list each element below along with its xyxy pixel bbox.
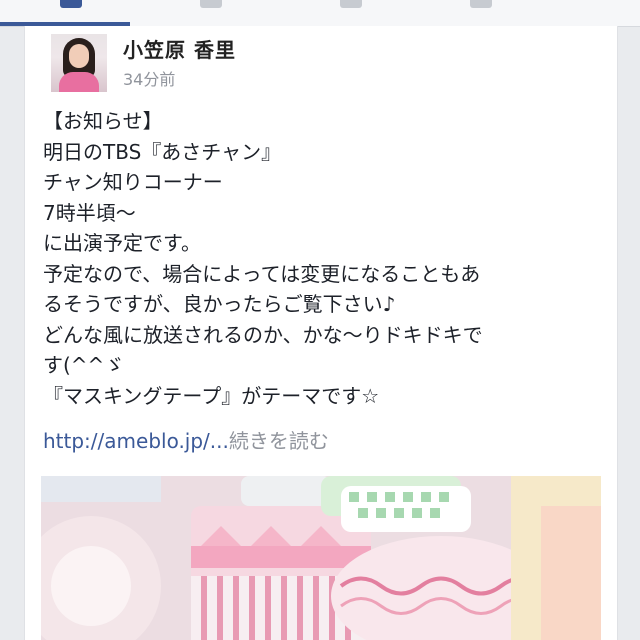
post-line: どんな風に放送されるのか、かな〜りドキドキで xyxy=(43,322,483,347)
post-line: 予定なので、場合によっては変更になることもあ xyxy=(43,261,481,286)
notifications-icon[interactable] xyxy=(470,0,492,8)
post-text: 【お知らせ】 明日のTBS『あさチャン』 チャン知りコーナー 7時半頃〜 に出演… xyxy=(43,106,603,411)
post-line: 7時半頃〜 xyxy=(43,200,136,225)
friends-icon[interactable] xyxy=(200,0,222,8)
avatar-face xyxy=(69,44,89,68)
post-line: 【お知らせ】 xyxy=(43,109,163,133)
post-line: 明日のTBS『あさチャン』 xyxy=(43,139,282,164)
post-photo[interactable] xyxy=(41,476,601,640)
read-more-link[interactable]: 続きを読む xyxy=(229,429,329,453)
masking-tape-photo xyxy=(41,476,601,640)
author-name[interactable]: 小笠原 香里 xyxy=(123,34,236,63)
avatar[interactable] xyxy=(51,34,107,92)
news-feed-icon[interactable] xyxy=(60,0,82,8)
post-timestamp[interactable]: 34分前 xyxy=(123,66,175,90)
post-line: るそうですが、良かったらご覧下さい♪ xyxy=(43,292,396,316)
avatar-dress xyxy=(59,72,99,92)
post-line: チャン知りコーナー xyxy=(43,170,223,194)
messages-icon[interactable] xyxy=(340,0,362,8)
top-navigation-bar xyxy=(0,0,640,27)
post-line: す(^^ゞ xyxy=(43,353,125,377)
post-link[interactable]: http://ameblo.jp/... xyxy=(43,429,229,453)
post-line: に出演予定です。 xyxy=(43,231,201,255)
post-line: 『マスキングテープ』がテーマです☆ xyxy=(43,383,380,408)
link-row: http://ameblo.jp/...続きを読む xyxy=(43,426,329,456)
post-card: 小笠原 香里 34分前 【お知らせ】 明日のTBS『あさチャン』 チャン知りコー… xyxy=(24,26,618,640)
